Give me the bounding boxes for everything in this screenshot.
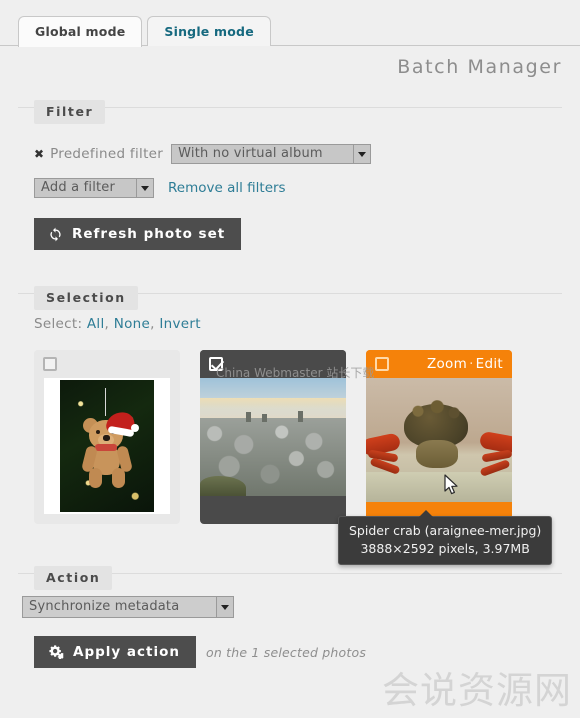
chevron-down-icon xyxy=(353,145,371,163)
cogs-icon xyxy=(48,645,64,659)
thumbnail-header: Zoom · Edit xyxy=(366,350,512,378)
tab-global-mode[interactable]: Global mode xyxy=(18,16,143,47)
action-fieldset: Action Synchronize metadata Apply action… xyxy=(18,566,562,680)
chevron-down-icon xyxy=(216,597,233,617)
filter-legend: Filter xyxy=(34,100,106,124)
thumbnail-edit-link[interactable]: Edit xyxy=(476,356,503,372)
add-filter-select[interactable]: Add a filter xyxy=(34,178,154,198)
action-select-value: Synchronize metadata xyxy=(29,599,180,614)
select-label: Select: xyxy=(34,316,83,332)
select-none-link[interactable]: None xyxy=(114,316,150,332)
tab-list: Global mode Single mode xyxy=(18,16,276,47)
add-filter-value: Add a filter xyxy=(41,180,116,195)
predefined-filter-row: ✖ Predefined filter With no virtual albu… xyxy=(34,144,546,164)
selection-body: Select: All, None, Invert Zoom · Edit xyxy=(18,300,562,536)
thumbnail-checkbox[interactable] xyxy=(209,357,223,371)
mouse-cursor xyxy=(444,474,459,500)
tooltip-title: Spider crab (araignee-mer.jpg) xyxy=(349,523,542,538)
thumbnail-image-spider-crab xyxy=(366,378,512,502)
refresh-photo-set-label: Refresh photo set xyxy=(72,226,226,242)
teddy-bear-art xyxy=(81,388,139,489)
apply-action-note: on the 1 selected photos xyxy=(205,644,367,660)
selection-legend: Selection xyxy=(34,286,138,310)
filter-fieldset: Filter ✖ Predefined filter With no virtu… xyxy=(18,100,562,262)
add-filter-row: Add a filter Remove all filters xyxy=(34,178,546,198)
page-title: Batch Manager xyxy=(397,56,562,78)
comma-1: , xyxy=(104,316,110,332)
action-separator: · xyxy=(469,356,474,372)
thumbnail-grid: Zoom · Edit xyxy=(34,350,546,524)
predefined-filter-label: Predefined filter xyxy=(50,146,164,162)
thumbnail-zoom-link[interactable]: Zoom xyxy=(427,356,467,372)
tooltip-details: 3888×2592 pixels, 3.97MB xyxy=(360,541,530,557)
chevron-down-icon xyxy=(136,179,153,197)
tabsheet: Global mode Single mode xyxy=(0,0,580,47)
selection-fieldset: Selection Select: All, None, Invert Zoom… xyxy=(18,286,562,536)
apply-action-button[interactable]: Apply action xyxy=(34,636,196,668)
predefined-filter-select[interactable]: With no virtual album xyxy=(171,144,372,164)
thumbnail-body xyxy=(34,378,180,514)
tab-single-mode-label: Single mode xyxy=(164,24,254,40)
thumbnail-body xyxy=(366,378,512,502)
apply-action-label: Apply action xyxy=(73,644,180,660)
remove-all-filters-link[interactable]: Remove all filters xyxy=(168,180,286,196)
thumbnail-checkbox[interactable] xyxy=(43,357,57,371)
thumbnail-item[interactable] xyxy=(200,350,346,524)
thumbnail-image-christmas-teddy-bear xyxy=(60,380,154,512)
select-links-row: Select: All, None, Invert xyxy=(34,316,546,332)
thumbnail-actions: Zoom · Edit xyxy=(427,356,503,372)
thumbnail-body xyxy=(200,378,346,496)
refresh-photo-set-button[interactable]: Refresh photo set xyxy=(34,218,242,250)
thumbnail-item[interactable] xyxy=(34,350,180,524)
action-select[interactable]: Synchronize metadata xyxy=(22,596,234,618)
thumbnail-header xyxy=(34,350,180,378)
action-body: Synchronize metadata Apply action on the… xyxy=(18,580,562,680)
apply-action-row: Apply action on the 1 selected photos xyxy=(22,636,546,668)
tab-single-mode[interactable]: Single mode xyxy=(147,16,271,46)
thumbnail-image-stone-cairns-landscape xyxy=(200,378,346,496)
action-select-row: Synchronize metadata xyxy=(22,596,546,618)
thumbnail-header xyxy=(200,350,346,378)
filter-legend-row: Filter xyxy=(18,100,562,124)
selection-legend-row: Selection xyxy=(18,286,562,310)
tab-global-mode-label: Global mode xyxy=(35,24,126,40)
select-invert-link[interactable]: Invert xyxy=(159,316,200,332)
thumbnail-checkbox[interactable] xyxy=(375,357,389,371)
thumbnail-item[interactable]: Zoom · Edit xyxy=(366,350,512,524)
comma-2: , xyxy=(150,316,155,332)
filter-body: ✖ Predefined filter With no virtual albu… xyxy=(18,114,562,262)
remove-filter-icon[interactable]: ✖ xyxy=(34,147,44,161)
refresh-row: Refresh photo set xyxy=(34,218,546,250)
action-legend-row: Action xyxy=(18,566,562,590)
refresh-icon xyxy=(48,227,63,242)
action-legend: Action xyxy=(34,566,113,590)
select-all-link[interactable]: All xyxy=(87,316,105,332)
thumbnail-image-frame xyxy=(44,378,170,514)
predefined-filter-value: With no virtual album xyxy=(178,146,323,161)
image-tooltip: Spider crab (araignee-mer.jpg) 3888×2592… xyxy=(338,509,553,566)
